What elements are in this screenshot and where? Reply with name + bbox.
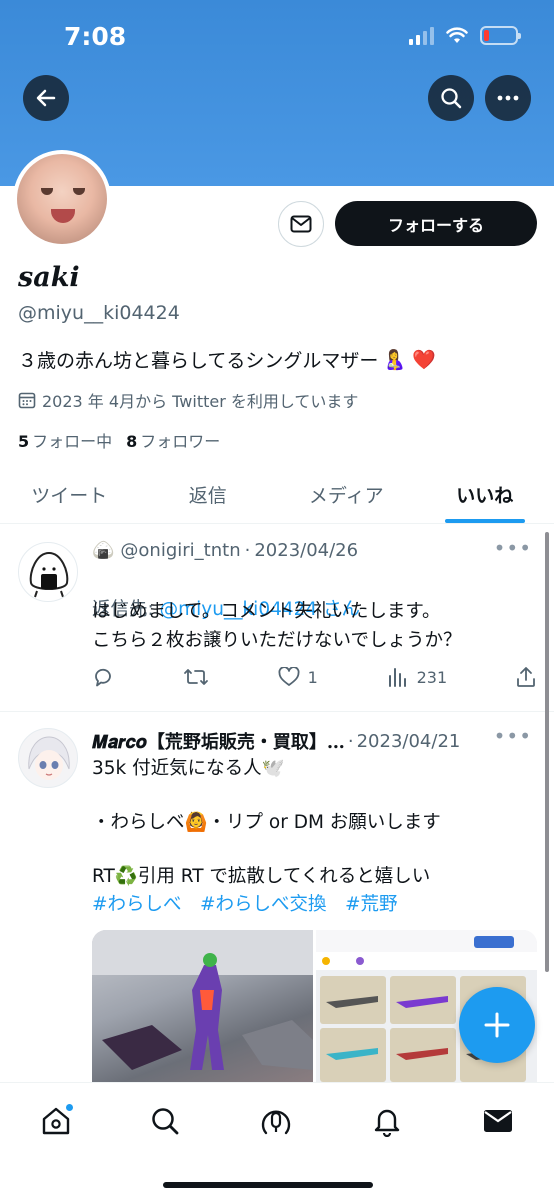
wifi-icon [446,27,468,43]
author-handle[interactable]: @onigiri_tntn [120,540,240,561]
separator-dot: · [244,540,251,561]
profile-handle: @miyu__ki04424 [18,302,180,324]
tweet-text: はじめまして。コメント失礼いたします。 こちら２枚お譲りいただけないでしょうか？ [92,601,462,651]
anime-avatar-icon [28,736,70,780]
bottom-navigation [0,1082,554,1200]
like-button[interactable]: 1 [278,667,318,687]
cellular-signal-icon [409,26,434,45]
nav-home[interactable] [36,1101,76,1141]
status-icons [409,26,521,45]
tweet-header: 🍙 @onigiri_tntn · 2023/04/26 [92,540,358,561]
avatar-image [17,154,107,244]
tweet-date: 2023/04/26 [254,540,359,561]
views-count: 231 [416,667,448,687]
more-dots-icon [497,95,519,101]
tweet-author-avatar[interactable] [18,542,78,602]
author-emoji: 🍙 [92,540,115,561]
onigiri-avatar-icon [29,551,69,598]
nav-messages[interactable] [478,1101,518,1141]
compose-tweet-button[interactable] [459,987,535,1063]
bio-emoji: 🤱 ❤️ [382,349,436,371]
tab-tweets[interactable]: ツイート [0,466,139,523]
followers-link[interactable]: 8 フォロワー [126,428,220,452]
tweet-actions: 1 231 [92,666,536,688]
spaces-microphone-icon [261,1110,291,1135]
more-button[interactable] [485,75,531,121]
retweet-icon [183,669,208,685]
tweet-text-line1: 35k 付近気になる人🕊️ [92,758,285,779]
tab-replies[interactable]: 返信 [139,466,278,523]
profile-bio: ３歳の赤ん坊と暮らしてるシングルマザー 🤱 ❤️ [18,346,436,373]
tweet-text-line3: RT♻️引用 RT で拡散してくれると嬉しい [92,866,431,887]
tab-likes[interactable]: いいね [416,466,554,523]
views-chart-icon [388,668,406,687]
nav-spaces[interactable] [256,1101,296,1141]
follow-counts: 5 フォロー中 8 フォロワー [18,428,220,452]
heart-icon [278,667,300,686]
envelope-icon [484,1110,512,1132]
profile-avatar[interactable] [13,150,111,248]
tweet[interactable]: 🍙 @onigiri_tntn · 2023/04/26 ••• 返信先: @m… [0,526,554,712]
views-button[interactable]: 231 [387,667,448,687]
tweet-hashtags[interactable]: #わらしべ #わらしべ交換 #荒野 [92,890,398,919]
share-icon [517,667,535,687]
robot-figure-icon [92,930,313,1070]
tweet-author-avatar[interactable] [18,728,78,788]
status-time: 7:08 [64,22,127,51]
home-notification-dot [65,1103,74,1112]
nav-notifications[interactable] [367,1101,407,1141]
reply-icon [95,668,111,687]
join-date: 2023 年 4月から Twitter を利用しています [18,388,358,412]
tweet-text-line2: ・わらしベ🙆・リプ or DM お願いします [92,812,441,833]
author-name[interactable]: 𝑴𝒂𝒓𝒄𝒐【荒野垢販売・買取】… [92,728,345,754]
tweet-more-icon[interactable]: ••• [494,724,532,748]
display-name: saki [18,262,80,293]
back-button[interactable] [23,75,69,121]
message-button[interactable] [278,201,324,247]
retweet-button[interactable] [183,666,209,688]
battery-icon [480,26,521,45]
share-button[interactable] [516,666,536,688]
follow-button[interactable]: フォローする [335,201,537,246]
plus-icon [484,1012,510,1038]
calendar-icon [18,392,36,409]
media-image-robot[interactable] [92,930,313,1082]
like-count: 1 [307,667,318,687]
bio-text: ３歳の赤ん坊と暮らしてるシングルマザー [18,350,379,372]
back-arrow-icon [36,89,56,107]
bell-icon [374,1109,400,1137]
tab-media[interactable]: メディア [277,466,416,523]
tweet-header: 𝑴𝒂𝒓𝒄𝒐【荒野垢販売・買取】… · 2023/04/21 [92,728,460,754]
join-date-text: 2023 年 4月から Twitter を利用しています [42,392,359,411]
search-icon [441,88,462,109]
tweet-more-icon[interactable]: ••• [494,536,532,560]
scrollbar[interactable] [545,532,549,972]
search-button[interactable] [428,75,474,121]
home-indicator [163,1182,373,1188]
envelope-icon [290,215,312,233]
nav-search[interactable] [145,1101,185,1141]
reply-button[interactable] [92,666,114,688]
following-link[interactable]: 5 フォロー中 [18,428,112,452]
tweet-date: 2023/04/21 [356,730,461,752]
profile-tabs: ツイート 返信 メディア いいね [0,466,554,524]
separator-dot: · [347,730,354,752]
search-icon [152,1108,179,1135]
